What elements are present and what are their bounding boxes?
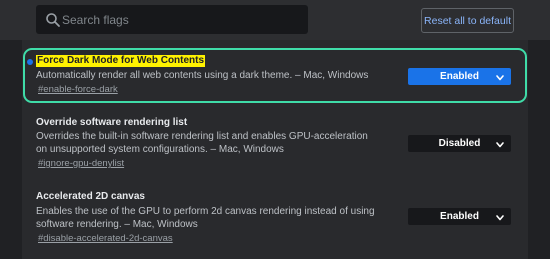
flag-title: Force Dark Mode for Web Contents <box>36 55 206 67</box>
flag-state-select[interactable]: Enabled <box>408 208 511 225</box>
modified-indicator-dot <box>27 59 33 65</box>
chevron-down-icon <box>495 212 505 222</box>
search-box[interactable] <box>36 5 308 34</box>
select-value: Enabled <box>440 211 479 222</box>
flags-page: Reset all to default Force Dark Mode for… <box>0 0 550 259</box>
header-bar: Reset all to default <box>0 0 550 40</box>
flag-description: Automatically render all web contents us… <box>36 70 369 81</box>
reset-all-button[interactable]: Reset all to default <box>421 8 514 33</box>
select-value: Disabled <box>438 138 481 149</box>
flag-state-select[interactable]: Disabled <box>408 135 511 152</box>
flag-description: Overrides the built-in software renderin… <box>36 131 368 155</box>
flag-title: Accelerated 2D canvas <box>36 191 145 202</box>
select-value: Enabled <box>440 71 479 82</box>
search-input[interactable] <box>60 5 300 34</box>
flag-anchor-link[interactable]: #ignore-gpu-denylist <box>38 158 124 169</box>
search-icon <box>45 12 61 28</box>
flag-state-select[interactable]: Enabled <box>408 68 511 85</box>
flag-anchor-link[interactable]: #disable-accelerated-2d-canvas <box>38 233 173 244</box>
flag-title: Override software rendering list <box>36 117 188 128</box>
chevron-down-icon <box>495 72 505 82</box>
flag-description: Enables the use of the GPU to perform 2d… <box>36 206 375 230</box>
flag-anchor-link[interactable]: #enable-force-dark <box>38 84 118 95</box>
chevron-down-icon <box>495 139 505 149</box>
